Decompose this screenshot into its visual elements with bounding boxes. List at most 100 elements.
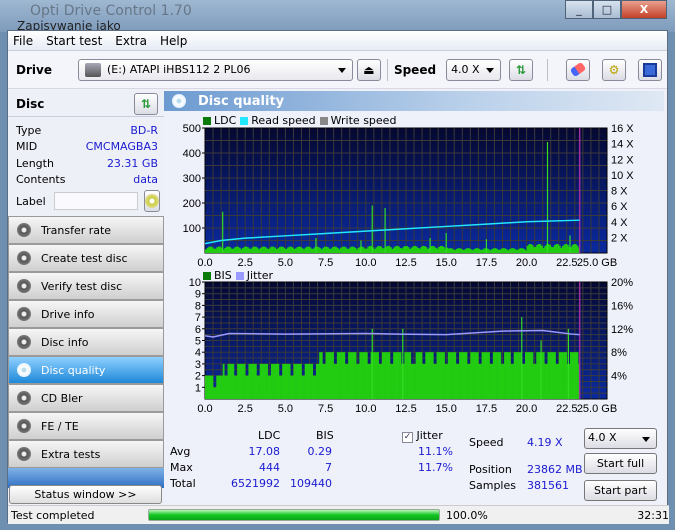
y-tick-label: 300 (183, 173, 201, 185)
y2-tick-label: 4 X (611, 217, 628, 229)
test-speed-select[interactable]: 4.0 X (584, 428, 657, 449)
nav-label: Disc quality (41, 363, 106, 377)
y2-tick-label: 4% (611, 371, 627, 383)
col-bis: BIS (316, 429, 334, 442)
x-tick-label: 12.5 (395, 257, 416, 269)
disc-icon (17, 419, 31, 433)
x-tick-label: 12.5 (395, 403, 416, 415)
app-window: File Start test Extra Help Drive (E:) AT… (7, 30, 669, 524)
x-tick-label: 17.5 (476, 257, 497, 269)
x-tick-label: 22.5 (556, 257, 577, 269)
speed-select[interactable]: 4.0 X (446, 58, 502, 81)
y-tick-label: 4 (195, 347, 201, 359)
menu-start-test[interactable]: Start test (46, 34, 102, 48)
max-ldc: 444 (259, 461, 280, 474)
info-value: 23.31 GB (106, 156, 158, 170)
y2-tick-label: 2 X (611, 232, 628, 244)
nav-create-test-disc[interactable]: Create test disc (8, 244, 164, 272)
label-input[interactable] (53, 192, 138, 210)
y-tick-label: 400 (183, 148, 201, 160)
speed-value: 4.0 X (451, 62, 480, 76)
drive-icon (84, 62, 101, 77)
y-tick-label: 8 (195, 300, 201, 312)
nav-disc-info[interactable]: Disc info (8, 328, 164, 356)
bis-chart: 10987654321 20% 16% 12% 8% 4% 0.0 2.5 5.0 7.5 10.0… (189, 277, 633, 415)
x-tick-label: 15.0 (435, 403, 456, 415)
start-part-button[interactable]: Start part (584, 480, 657, 501)
toolbar: Drive (E:) ATAPI iHBS112 2 PL06 ⏏ Speed … (8, 51, 667, 89)
speed-info-value: 4.19 X (527, 436, 563, 449)
panel-title: Disc quality (198, 93, 285, 109)
drive-label: Drive (16, 62, 52, 77)
refresh-icon: ⇅ (140, 96, 152, 111)
jitter-checkbox[interactable]: ✓ (402, 432, 413, 443)
y-tick-label: 7 (195, 312, 201, 324)
disc-icon (17, 251, 31, 265)
progress-bar (148, 509, 440, 521)
chevron-down-icon (642, 437, 650, 442)
refresh-button[interactable]: ⇅ (509, 58, 534, 81)
menu-extra[interactable]: Extra (115, 34, 147, 48)
y2-tick-label: 10 X (611, 170, 634, 182)
minimize-button[interactable]: _ (565, 0, 593, 19)
disc-header: Disc ⇅ (8, 91, 164, 117)
col-ldc: LDC (258, 429, 281, 442)
disc-icon (172, 94, 186, 108)
nav-drive-info[interactable]: Drive info (8, 300, 164, 328)
avg-jitter: 11.1% (418, 445, 453, 458)
y2-tick-label: 12 X (611, 154, 634, 166)
info-value: CMCMAGBA3 (85, 140, 158, 154)
nav-label: FE / TE (41, 419, 79, 433)
elapsed-time: 32:31 (637, 508, 669, 522)
nav-cd-bler[interactable]: CD Bler (8, 384, 164, 412)
nav-label: Disc info (41, 335, 89, 349)
progress-percent: 100.0% (445, 508, 488, 522)
x-tick-label: 0.0 (197, 257, 212, 269)
close-button[interactable]: X (621, 0, 667, 19)
status-text: Test completed (11, 508, 95, 522)
nav-transfer-rate[interactable]: Transfer rate (8, 216, 164, 244)
eraser-icon (569, 61, 587, 78)
nav-verify-test-disc[interactable]: Verify test disc (8, 272, 164, 300)
y-tick-label: 3 (195, 359, 201, 371)
disc-icon (17, 391, 31, 405)
test-speed-value: 4.0 X (588, 431, 617, 444)
y-tick-label: 500 (183, 123, 201, 135)
x-tick-label: 17.5 (476, 403, 497, 415)
drive-select[interactable]: (E:) ATAPI iHBS112 2 PL06 (77, 58, 353, 81)
save-icon (643, 62, 658, 77)
y-tick-label: 10 (189, 277, 201, 289)
nav-label: Create test disc (41, 251, 128, 265)
avg-bis: 0.29 (307, 445, 333, 458)
x-tick-label: 2.5 (238, 403, 253, 415)
info-value: data (133, 173, 158, 187)
info-key: Type (16, 123, 42, 137)
nav-disc-quality[interactable]: Disc quality (8, 356, 164, 384)
ldc-chart: 500 400 300 200 100 16 X 14 X 12 X 10 X 8 X 6 X 4 X… (183, 123, 635, 269)
nav-fe-te[interactable]: FE / TE (8, 412, 164, 440)
max-bis: 7 (325, 461, 332, 474)
samples-value: 381561 (527, 479, 569, 492)
disc-refresh-button[interactable]: ⇅ (134, 92, 158, 115)
menu-file[interactable]: File (13, 34, 33, 48)
y-tick-label: 200 (183, 198, 201, 210)
save-button[interactable] (638, 58, 663, 81)
drive-value: (E:) ATAPI iHBS112 2 PL06 (106, 63, 251, 76)
avg-ldc: 17.08 (248, 445, 281, 458)
eject-button[interactable]: ⏏ (356, 58, 381, 81)
erase-button[interactable] (566, 58, 591, 81)
maximize-button[interactable]: □ (593, 0, 621, 19)
nav-extra-tests[interactable]: Extra tests (8, 440, 164, 468)
y2-tick-label: 16 X (611, 123, 634, 135)
status-window-button[interactable]: Status window >> (9, 485, 162, 504)
menu-help[interactable]: Help (160, 34, 187, 48)
disc-icon (17, 363, 31, 377)
start-full-button[interactable]: Start full (584, 453, 657, 474)
x-tick-label: 7.5 (318, 403, 333, 415)
disc-type-row: Type BD-R (8, 122, 164, 139)
total-bis: 109440 (290, 477, 332, 490)
disc-label-button[interactable] (143, 190, 160, 212)
settings-button[interactable]: ⚙ (602, 58, 627, 81)
disc-quality-panel: Disc quality LDC Read speed Write speed … (164, 91, 664, 504)
info-key: MID (16, 140, 38, 154)
